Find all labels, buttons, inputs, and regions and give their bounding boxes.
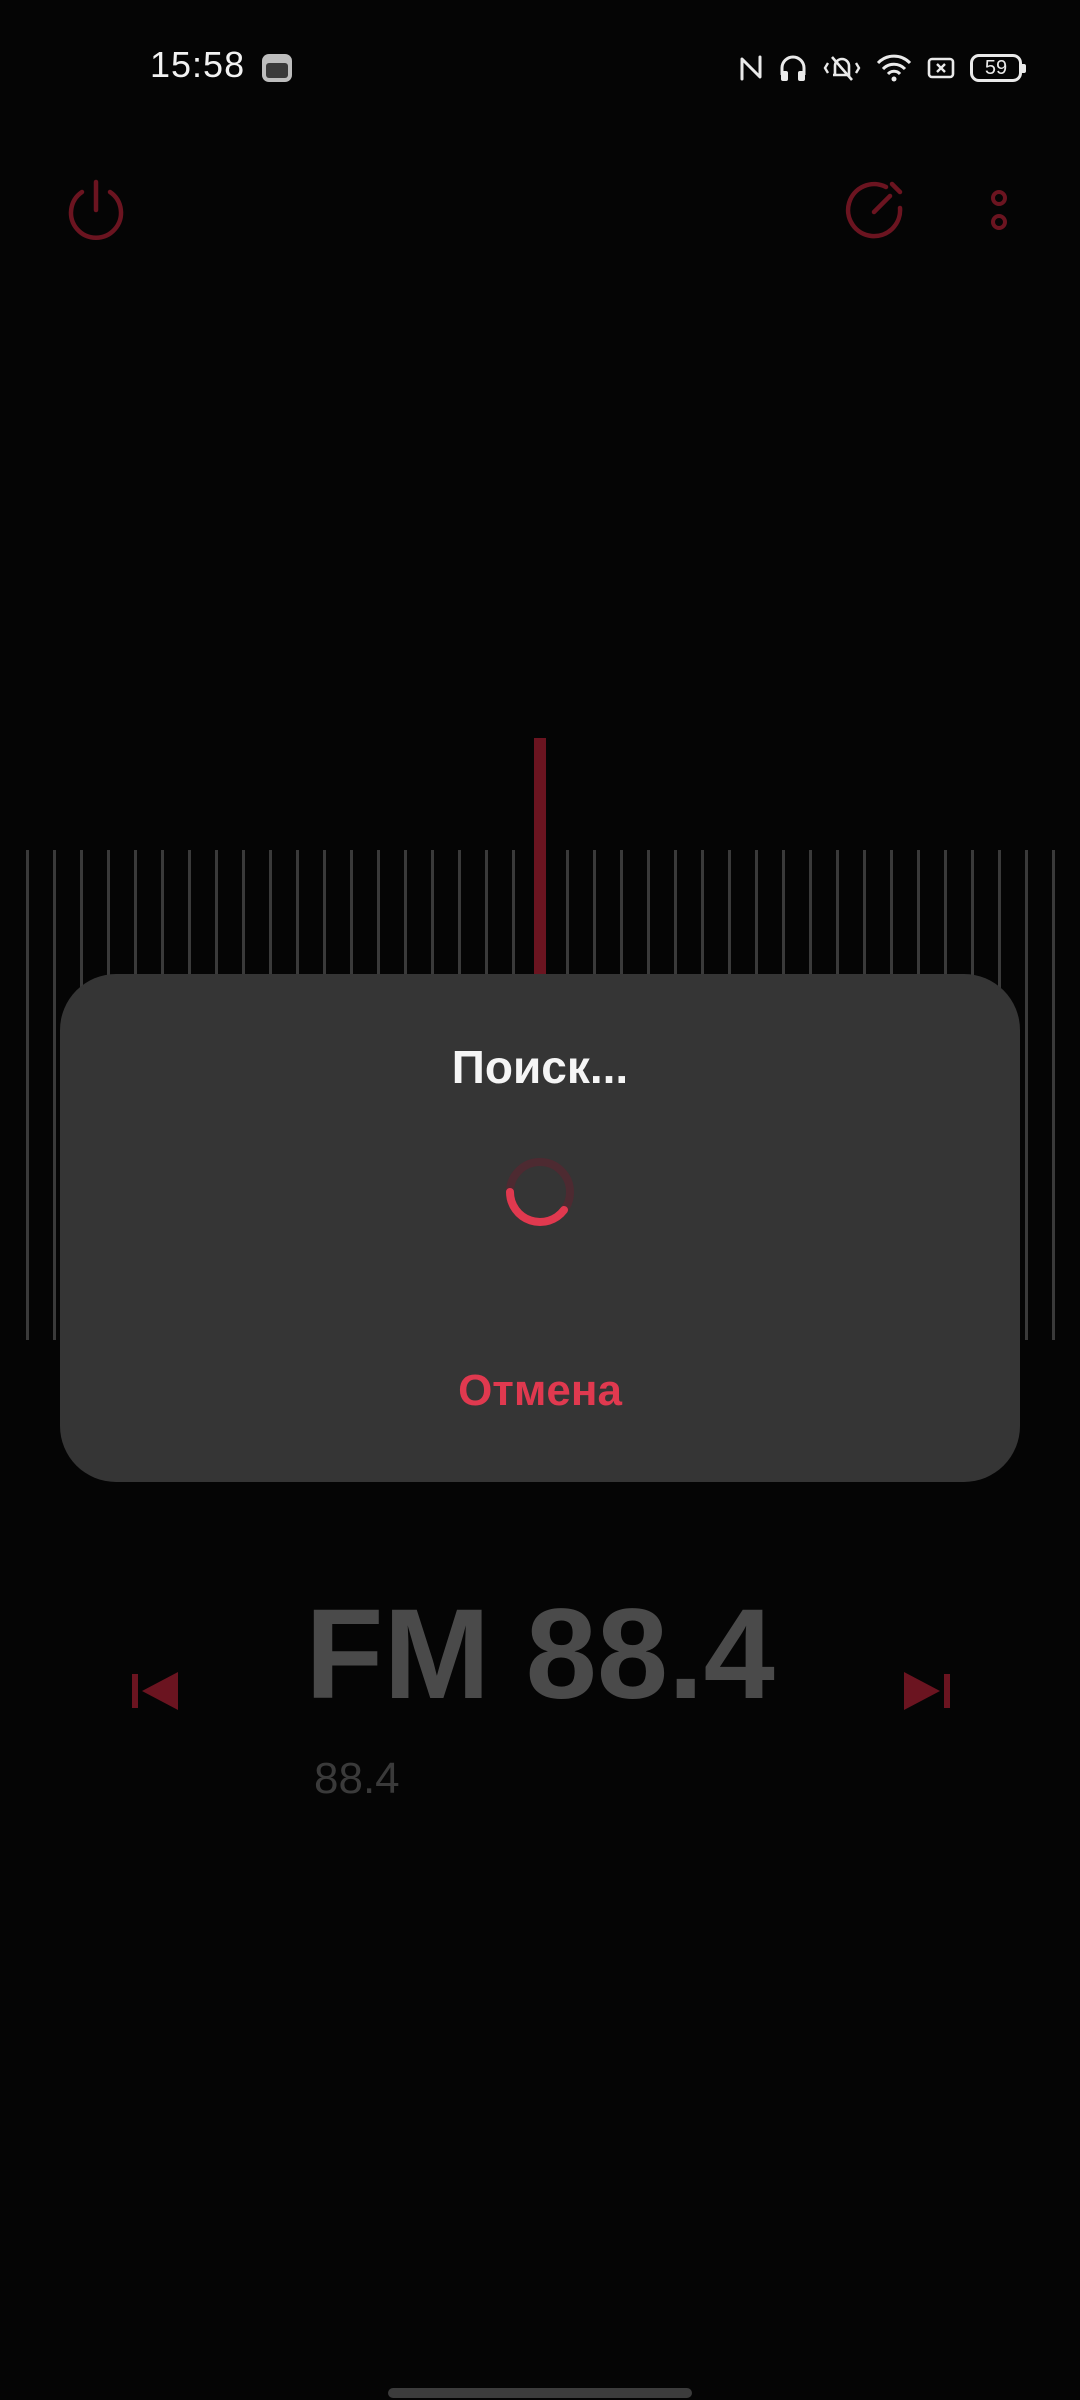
- dialog-title: Поиск...: [451, 1041, 629, 1093]
- home-indicator[interactable]: [388, 2388, 692, 2398]
- power-icon: [68, 179, 124, 240]
- fm-radio-screen: 15:58 59 FM 88.4 88.4 Поиск... Отмена: [0, 0, 1080, 2400]
- scale-tick: [53, 850, 56, 1340]
- tuning-needle[interactable]: [534, 738, 546, 998]
- status-time: 15:58: [150, 44, 246, 85]
- cancel-button[interactable]: Отмена: [390, 1366, 690, 1416]
- sim-icon: [926, 53, 956, 83]
- status-icons: 59: [738, 48, 1026, 88]
- skip-previous-icon: [132, 1672, 178, 1710]
- scale-tick: [1052, 850, 1055, 1340]
- previous-station-button[interactable]: [126, 1664, 186, 1718]
- power-button[interactable]: [56, 170, 136, 250]
- scale-tick: [26, 850, 29, 1340]
- more-options-button[interactable]: [960, 170, 1040, 250]
- vibrate-silent-icon: [822, 53, 862, 83]
- status-bar: 15:58 59: [0, 0, 1080, 140]
- speed-button[interactable]: [834, 170, 914, 250]
- skip-next-icon: [904, 1672, 950, 1710]
- wifi-icon: [876, 53, 912, 83]
- nfc-icon: [738, 53, 764, 83]
- frequency-subtitle: 88.4: [314, 1754, 400, 1803]
- next-station-button[interactable]: [896, 1664, 956, 1718]
- headphones-icon: [778, 53, 808, 83]
- speedometer-icon: [845, 181, 903, 239]
- battery-icon: 59: [970, 54, 1026, 82]
- more-vertical-icon: [991, 190, 1007, 230]
- loading-spinner-icon: [506, 1158, 574, 1226]
- app-notification-icon: [262, 54, 292, 82]
- scale-tick: [1025, 850, 1028, 1340]
